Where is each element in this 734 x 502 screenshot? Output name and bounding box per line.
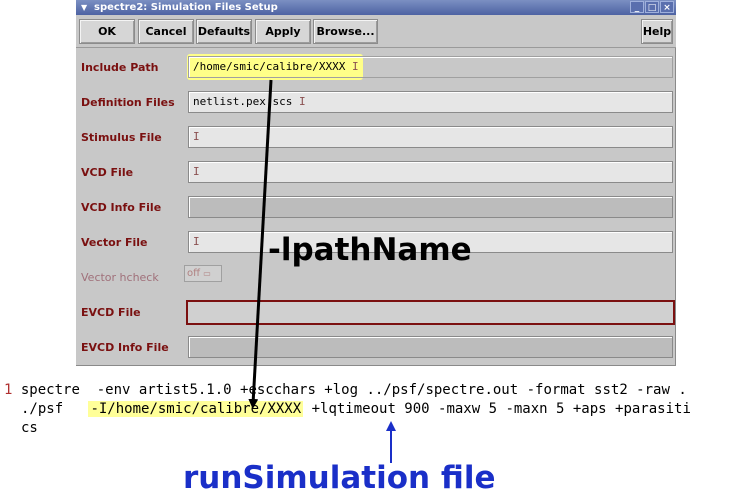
- run-simulation-annotation: runSimulation file: [183, 460, 496, 496]
- lpath-annotation: -lpathName: [268, 232, 472, 268]
